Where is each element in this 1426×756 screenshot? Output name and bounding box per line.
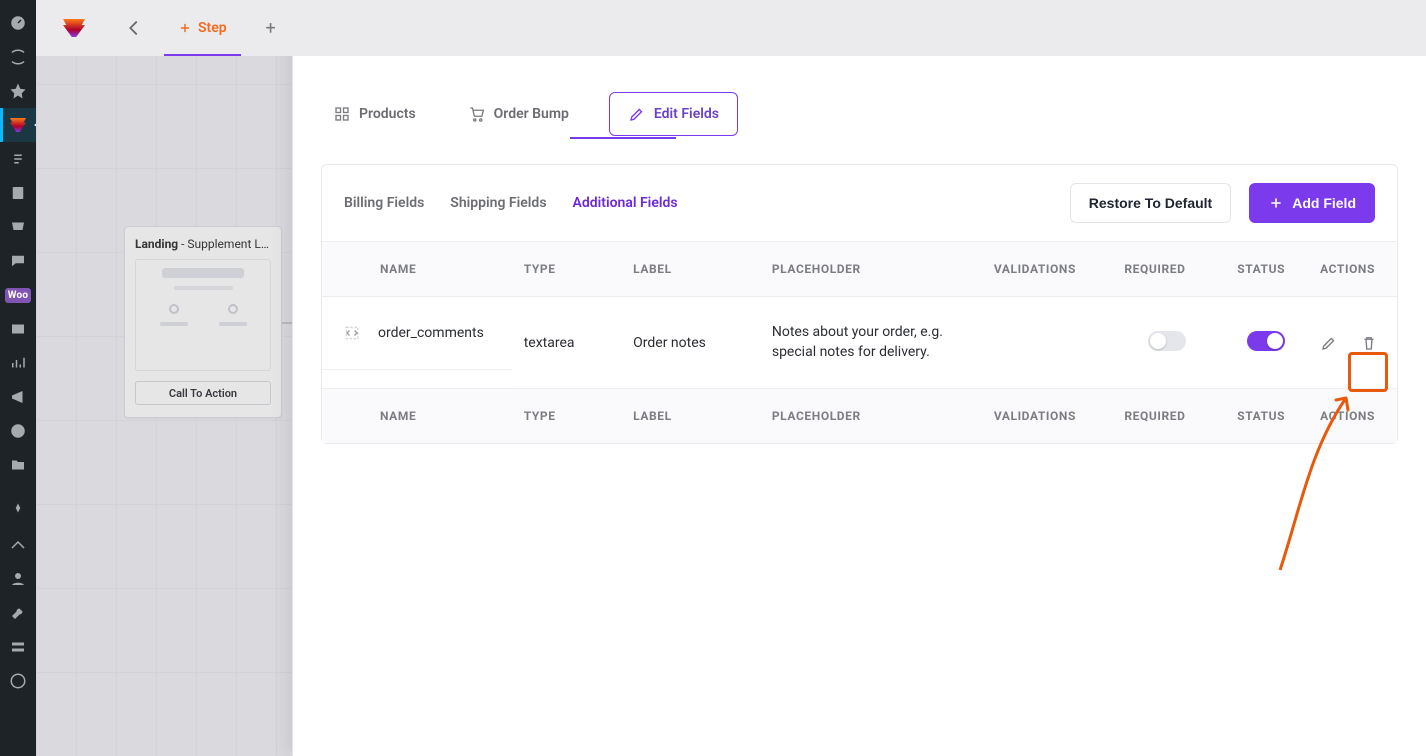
col-required: Required — [1088, 242, 1198, 297]
wp-exchange-icon[interactable] — [0, 142, 36, 176]
wp-users-icon[interactable] — [0, 562, 36, 596]
field-placeholder: Notes about your order, e.g. special not… — [760, 297, 959, 389]
tab-products-label: Products — [359, 106, 416, 122]
drag-handle-icon[interactable] — [342, 323, 362, 343]
subtab-additional[interactable]: Additional Fields — [573, 195, 678, 211]
field-group-tabs: Billing Fields Shipping Fields Additiona… — [344, 195, 678, 211]
tab-edit-fields-label: Edit Fields — [654, 106, 719, 122]
foot-actions: Actions — [1297, 389, 1397, 444]
col-type: Type — [512, 242, 621, 297]
wp-archive-icon[interactable] — [0, 312, 36, 346]
tab-step[interactable]: Step — [156, 0, 249, 56]
field-label: Order notes — [621, 297, 760, 389]
restore-to-default-button[interactable]: Restore To Default — [1070, 183, 1231, 223]
col-label: Label — [621, 242, 760, 297]
table-footer-row: Name Type Label Placeholder Validations … — [322, 389, 1397, 444]
foot-type: Type — [512, 389, 621, 444]
tab-edit-fields[interactable]: Edit Fields — [609, 92, 738, 136]
fields-table: Name Type Label Placeholder Validations … — [322, 242, 1397, 443]
foot-status: Status — [1198, 389, 1298, 444]
subtab-billing[interactable]: Billing Fields — [344, 195, 424, 211]
wp-elementor-icon[interactable] — [0, 414, 36, 448]
back-button[interactable] — [112, 0, 156, 56]
col-name: Name — [322, 242, 512, 297]
wp-updates-icon[interactable] — [0, 40, 36, 74]
table-header-row: Name Type Label Placeholder Validations … — [322, 242, 1397, 297]
wp-files-icon[interactable] — [0, 448, 36, 482]
foot-validations: Validations — [958, 389, 1088, 444]
add-field-button[interactable]: Add Field — [1249, 183, 1375, 223]
wp-woocommerce-icon[interactable]: Woo — [0, 278, 36, 312]
wp-settings-icon[interactable] — [0, 630, 36, 664]
wp-cartflows-icon[interactable] — [0, 108, 36, 142]
wp-tools-icon[interactable] — [0, 596, 36, 630]
col-actions: Actions — [1297, 242, 1397, 297]
col-status: Status — [1198, 242, 1298, 297]
field-validations — [958, 297, 1088, 389]
wp-admin-bar: Woo — [0, 0, 36, 756]
active-tab-indicator — [570, 137, 676, 139]
foot-placeholder: Placeholder — [760, 389, 959, 444]
col-placeholder: Placeholder — [760, 242, 959, 297]
content-card: Billing Fields Shipping Fields Additiona… — [321, 164, 1398, 444]
table-row: order_comments textarea Order notes Note… — [322, 297, 1397, 389]
delete-icon[interactable] — [1359, 333, 1379, 353]
wp-quickstart-icon[interactable] — [0, 664, 36, 698]
field-name: order_comments — [378, 325, 484, 341]
canvas-topbar: Step + — [36, 0, 1426, 56]
wp-plugins-icon[interactable] — [0, 494, 36, 528]
wp-cart-icon[interactable] — [0, 210, 36, 244]
foot-required: Required — [1088, 389, 1198, 444]
tab-products[interactable]: Products — [321, 92, 428, 136]
tab-order-bump[interactable]: Order Bump — [456, 92, 581, 136]
foot-name: Name — [322, 389, 512, 444]
subtab-shipping[interactable]: Shipping Fields — [450, 195, 546, 211]
wp-appearance-icon[interactable] — [0, 528, 36, 562]
wp-dashboard-icon[interactable] — [0, 6, 36, 40]
col-validations: Validations — [958, 242, 1088, 297]
tab-step-label: Step — [198, 20, 227, 36]
tab-order-bump-label: Order Bump — [494, 106, 569, 122]
foot-label: Label — [621, 389, 760, 444]
cartflows-logo-icon[interactable] — [36, 0, 112, 56]
wp-pin-icon[interactable] — [0, 74, 36, 108]
status-toggle[interactable] — [1247, 331, 1285, 351]
edit-icon[interactable] — [1319, 333, 1339, 353]
wp-docs-icon[interactable] — [0, 176, 36, 210]
required-toggle[interactable] — [1148, 331, 1186, 351]
wp-marketing-icon[interactable] — [0, 380, 36, 414]
checkout-settings-panel: Supplement Checkout (Checkout) Products … — [292, 0, 1426, 756]
field-type: textarea — [512, 297, 621, 389]
add-step-button[interactable]: + — [249, 0, 293, 56]
panel-tabs: Products Order Bump Edit Fields — [293, 62, 1426, 136]
sub-tab-bar: Billing Fields Shipping Fields Additiona… — [322, 165, 1397, 242]
wp-analytics-icon[interactable] — [0, 346, 36, 380]
wp-comments-icon[interactable] — [0, 244, 36, 278]
